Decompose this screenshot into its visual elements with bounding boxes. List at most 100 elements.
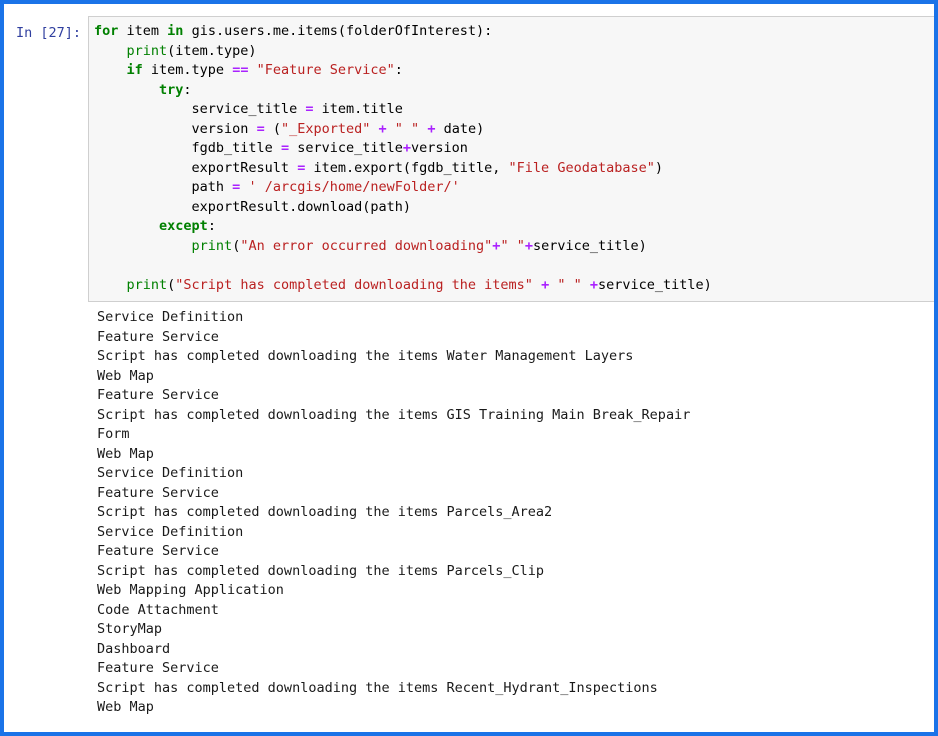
code-token: " " bbox=[557, 276, 582, 293]
code-token: ( bbox=[264, 120, 281, 137]
code-token: exportResult.download(path) bbox=[94, 198, 411, 215]
code-token: : bbox=[183, 81, 192, 98]
code-token: "File Geodatabase" bbox=[508, 159, 655, 176]
code-token: date) bbox=[435, 120, 485, 137]
code-token: + bbox=[402, 140, 412, 156]
code-token: ' /arcgis/home/newFolder/' bbox=[248, 179, 460, 195]
output-line: Form bbox=[97, 426, 130, 442]
code-token: "Script has completed downloading the it… bbox=[175, 276, 533, 293]
code-token: item.type bbox=[142, 62, 233, 78]
code-line: fgdb_title = service_title+version bbox=[94, 139, 934, 159]
code-token: version bbox=[94, 120, 257, 137]
output-line: Service Definition bbox=[97, 465, 244, 481]
output-line: Service Definition bbox=[97, 309, 244, 325]
code-token: ) bbox=[654, 159, 663, 176]
output-line: Web Mapping Application bbox=[97, 582, 284, 598]
code-cell-row: In [27]: for item in gis.users.me.items(… bbox=[4, 4, 934, 302]
code-token: : bbox=[394, 62, 403, 78]
code-token: print bbox=[191, 237, 233, 254]
code-token: fgdb_title bbox=[94, 140, 281, 156]
code-editor-area[interactable]: for item in gis.users.me.items(folderOfI… bbox=[88, 16, 934, 302]
notebook-cell-frame: In [27]: for item in gis.users.me.items(… bbox=[0, 0, 938, 736]
code-token: gis.users.me.items(folderOfInterest): bbox=[183, 23, 493, 39]
code-line: except: bbox=[94, 217, 934, 237]
output-line: Feature Service bbox=[97, 660, 219, 676]
cell-output-area: Service Definition Feature Service Script … bbox=[4, 302, 934, 718]
code-token: "Feature Service" bbox=[256, 62, 395, 78]
code-token: == bbox=[232, 62, 249, 78]
code-token: exportResult bbox=[94, 159, 298, 176]
code-line: path = ' /arcgis/home/newFolder/' bbox=[94, 178, 934, 198]
code-token: " " bbox=[500, 237, 525, 254]
code-token: = bbox=[256, 120, 265, 137]
output-line: Web Map bbox=[97, 367, 154, 384]
code-token: " " bbox=[394, 120, 420, 137]
output-line: StoryMap bbox=[97, 621, 163, 637]
code-line: exportResult.download(path) bbox=[94, 198, 934, 218]
code-token: "_Exported" bbox=[280, 120, 371, 137]
code-token: : bbox=[207, 218, 216, 234]
code-token: item.title bbox=[313, 101, 403, 117]
output-line: Feature Service bbox=[97, 543, 219, 559]
output-line: Feature Service bbox=[97, 484, 219, 501]
code-token: version bbox=[411, 140, 468, 156]
code-token: item bbox=[118, 23, 168, 39]
code-line: try: bbox=[94, 81, 934, 101]
output-line: Web Map bbox=[97, 699, 154, 715]
code-token: service_title) bbox=[598, 276, 712, 293]
output-line: Service Definition bbox=[97, 523, 244, 540]
stdout-output: Service Definition Feature Service Script … bbox=[97, 308, 934, 718]
code-token: in bbox=[167, 23, 184, 39]
code-token: service_title bbox=[94, 101, 306, 117]
code-token: = bbox=[280, 140, 290, 156]
output-line: Script has completed downloading the ite… bbox=[97, 406, 691, 423]
output-line: Script has completed downloading the ite… bbox=[97, 562, 545, 579]
code-token: print bbox=[126, 42, 168, 59]
code-token: (item.type) bbox=[167, 42, 257, 59]
code-line: for item in gis.users.me.items(folderOfI… bbox=[94, 22, 934, 42]
code-token: for bbox=[94, 23, 119, 39]
output-line: Script has completed downloading the ite… bbox=[97, 504, 553, 520]
output-line: Web Map bbox=[97, 445, 154, 462]
code-token: item.export(fgdb_title, bbox=[305, 159, 509, 176]
code-token: try bbox=[159, 81, 184, 98]
code-line: if item.type == "Feature Service": bbox=[94, 61, 934, 81]
code-line: print(item.type) bbox=[94, 42, 934, 62]
code-token: service_title) bbox=[532, 237, 647, 254]
output-line: Script has completed downloading the ite… bbox=[97, 679, 658, 696]
source-code[interactable]: for item in gis.users.me.items(folderOfI… bbox=[94, 22, 934, 295]
code-token: + bbox=[589, 276, 599, 293]
code-token: except bbox=[159, 218, 208, 234]
code-line: exportResult = item.export(fgdb_title, "… bbox=[94, 159, 934, 179]
code-token: if bbox=[126, 62, 143, 78]
output-line: Dashboard bbox=[97, 640, 171, 657]
cell-execution-prompt: In [27]: bbox=[16, 25, 82, 41]
code-line: service_title = item.title bbox=[94, 100, 934, 120]
output-line: Script has completed downloading the ite… bbox=[97, 348, 634, 364]
code-token: print bbox=[126, 276, 168, 293]
output-line: Feature Service bbox=[97, 328, 219, 345]
output-line: Feature Service bbox=[97, 387, 219, 403]
code-token: service_title bbox=[289, 140, 403, 156]
code-line: print("Script has completed downloading … bbox=[94, 276, 934, 296]
code-token: + bbox=[541, 276, 550, 293]
code-line: print("An error occurred downloading"+" … bbox=[94, 237, 934, 257]
code-token: "An error occurred downloading" bbox=[240, 237, 493, 254]
code-token: path bbox=[94, 179, 233, 195]
code-token: + bbox=[378, 120, 387, 137]
code-line: version = ("_Exported" + " " + date) bbox=[94, 120, 934, 140]
code-token: + bbox=[524, 237, 533, 254]
output-line: Code Attachment bbox=[97, 601, 219, 618]
